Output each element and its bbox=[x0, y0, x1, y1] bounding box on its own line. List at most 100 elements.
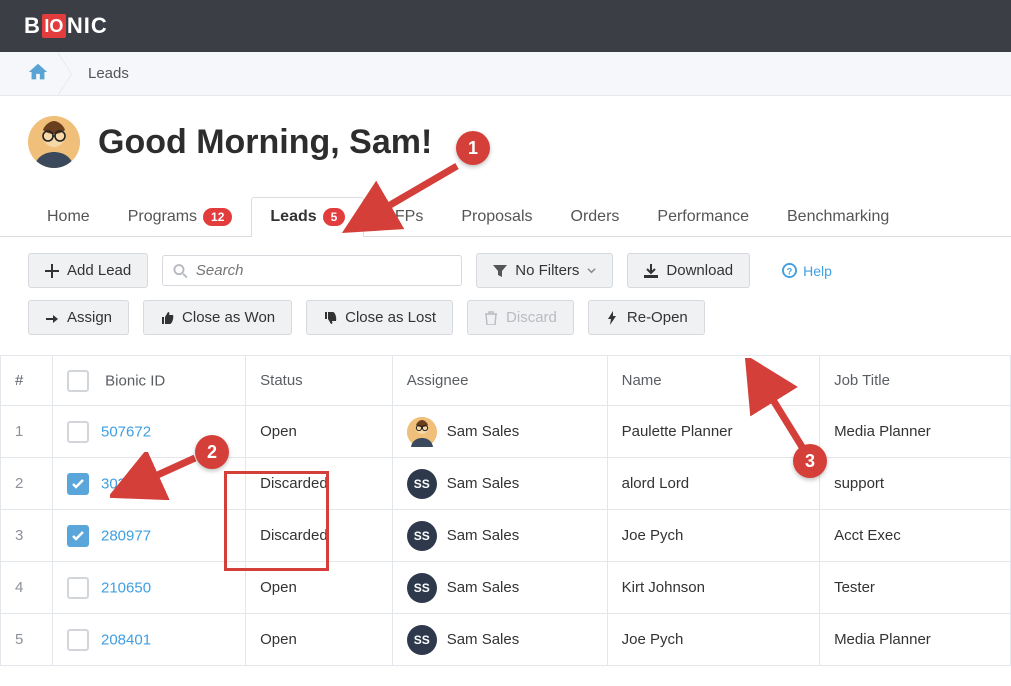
tab-label: Orders bbox=[571, 208, 620, 226]
tab-label: Programs bbox=[128, 208, 197, 226]
annotation-arrow-2 bbox=[110, 452, 202, 500]
greeting-section: Good Morning, Sam! bbox=[0, 96, 1011, 196]
assignee-avatar: SS bbox=[407, 521, 437, 551]
cell-job-title: Media Planner bbox=[820, 614, 1011, 666]
app-header: B IO NIC bbox=[0, 0, 1011, 52]
assignee-name: Sam Sales bbox=[447, 475, 520, 492]
search-icon bbox=[173, 263, 188, 279]
svg-text:?: ? bbox=[787, 266, 793, 276]
row-index: 3 bbox=[1, 510, 53, 562]
select-all-checkbox[interactable] bbox=[67, 370, 89, 392]
filters-dropdown[interactable]: No Filters bbox=[476, 253, 613, 288]
col-status[interactable]: Status bbox=[246, 356, 393, 406]
row-checkbox[interactable] bbox=[67, 421, 89, 443]
trash-icon bbox=[484, 311, 498, 325]
bionic-id-link[interactable]: 210650 bbox=[101, 579, 151, 596]
cell-job-title: Tester bbox=[820, 562, 1011, 614]
cell-assignee: SS Sam Sales bbox=[392, 562, 607, 614]
cell-bionic-id: 210650 bbox=[53, 562, 246, 614]
search-box[interactable] bbox=[162, 255, 462, 286]
assign-button[interactable]: Assign bbox=[28, 300, 129, 335]
col-job-title[interactable]: Job Title bbox=[820, 356, 1011, 406]
cell-name: Joe Pych bbox=[607, 510, 819, 562]
toolbar: Add Lead No Filters Download ? Help Assi… bbox=[0, 237, 1011, 355]
bolt-icon bbox=[605, 311, 619, 325]
row-checkbox[interactable] bbox=[67, 525, 89, 547]
breadcrumb: Leads bbox=[0, 52, 1011, 96]
row-index: 2 bbox=[1, 458, 53, 510]
cell-assignee: SSSam Sales bbox=[392, 614, 607, 666]
chevron-down-icon bbox=[587, 266, 596, 275]
help-link[interactable]: ? Help bbox=[782, 263, 832, 279]
home-icon[interactable] bbox=[26, 61, 50, 86]
filter-icon bbox=[493, 264, 507, 278]
add-lead-button[interactable]: Add Lead bbox=[28, 253, 148, 288]
user-avatar bbox=[28, 116, 80, 168]
annotation-callout-1: 1 bbox=[456, 131, 490, 165]
tab-programs[interactable]: Programs 12 bbox=[109, 197, 252, 237]
col-index: # bbox=[1, 356, 53, 406]
cell-bionic-id: 280977 bbox=[53, 510, 246, 562]
row-checkbox[interactable] bbox=[67, 629, 89, 651]
tab-label: Performance bbox=[657, 208, 749, 226]
row-checkbox[interactable] bbox=[67, 473, 89, 495]
col-bionic-id[interactable]: Bionic ID bbox=[53, 356, 246, 406]
assignee-name: Sam Sales bbox=[447, 631, 520, 648]
cell-status: Discarded bbox=[246, 458, 393, 510]
brand-mid: IO bbox=[42, 14, 66, 38]
row-index: 1 bbox=[1, 406, 53, 458]
breadcrumb-current: Leads bbox=[76, 65, 129, 82]
cell-job-title: support bbox=[820, 458, 1011, 510]
main-tabs: HomePrograms12Leads5RFPsProposalsOrdersP… bbox=[0, 196, 1011, 237]
col-assignee[interactable]: Assignee bbox=[392, 356, 607, 406]
download-button[interactable]: Download bbox=[627, 253, 750, 288]
assignee-name: Sam Sales bbox=[447, 423, 520, 440]
close-lost-button[interactable]: Close as Lost bbox=[306, 300, 453, 335]
tab-home[interactable]: Home bbox=[28, 197, 109, 237]
cell-name: alord Lord bbox=[607, 458, 819, 510]
tab-badge: 12 bbox=[203, 208, 232, 226]
tab-label: Benchmarking bbox=[787, 208, 889, 226]
annotation-arrow-1 bbox=[342, 158, 462, 238]
thumbs-up-icon bbox=[160, 311, 174, 325]
tab-performance[interactable]: Performance bbox=[638, 197, 768, 237]
bionic-id-link[interactable]: 507672 bbox=[101, 423, 151, 440]
reopen-button[interactable]: Re-Open bbox=[588, 300, 705, 335]
tab-label: Proposals bbox=[461, 208, 532, 226]
tab-benchmarking[interactable]: Benchmarking bbox=[768, 197, 908, 237]
bionic-id-link[interactable]: 208401 bbox=[101, 631, 151, 648]
assignee-avatar: SS bbox=[407, 573, 437, 603]
cell-status: Open bbox=[246, 406, 393, 458]
hand-right-icon bbox=[45, 311, 59, 325]
plus-icon bbox=[45, 264, 59, 278]
cell-status: Open bbox=[246, 562, 393, 614]
row-checkbox[interactable] bbox=[67, 577, 89, 599]
cell-assignee: Sam Sales bbox=[392, 406, 607, 458]
cell-bionic-id: 208401 bbox=[53, 614, 246, 666]
annotation-callout-2: 2 bbox=[195, 435, 229, 469]
cell-status: Open bbox=[246, 614, 393, 666]
table-row[interactable]: 4210650OpenSSSam SalesKirt JohnsonTester bbox=[1, 562, 1011, 614]
cell-assignee: SSSam Sales bbox=[392, 458, 607, 510]
cell-job-title: Media Planner bbox=[820, 406, 1011, 458]
brand-post: NIC bbox=[67, 13, 108, 39]
cell-status: Discarded bbox=[246, 510, 393, 562]
table-row[interactable]: 1507672OpenSam SalesPaulette PlannerMedi… bbox=[1, 406, 1011, 458]
discard-button[interactable]: Discard bbox=[467, 300, 574, 335]
help-icon: ? bbox=[782, 263, 797, 278]
assignee-name: Sam Sales bbox=[447, 527, 520, 544]
cell-name: Joe Pych bbox=[607, 614, 819, 666]
bionic-id-link[interactable]: 280977 bbox=[101, 527, 151, 544]
tab-label: Leads bbox=[270, 208, 316, 226]
assignee-avatar bbox=[407, 417, 437, 447]
assignee-name: Sam Sales bbox=[447, 579, 520, 596]
close-won-button[interactable]: Close as Won bbox=[143, 300, 292, 335]
thumbs-down-icon bbox=[323, 311, 337, 325]
brand-pre: B bbox=[24, 13, 41, 39]
greeting-text: Good Morning, Sam! bbox=[98, 123, 432, 162]
table-row[interactable]: 5208401OpenSSSam SalesJoe PychMedia Plan… bbox=[1, 614, 1011, 666]
tab-orders[interactable]: Orders bbox=[552, 197, 639, 237]
download-icon bbox=[644, 264, 658, 278]
table-row[interactable]: 3280977DiscardedSSSam SalesJoe PychAcct … bbox=[1, 510, 1011, 562]
search-input[interactable] bbox=[196, 262, 451, 279]
